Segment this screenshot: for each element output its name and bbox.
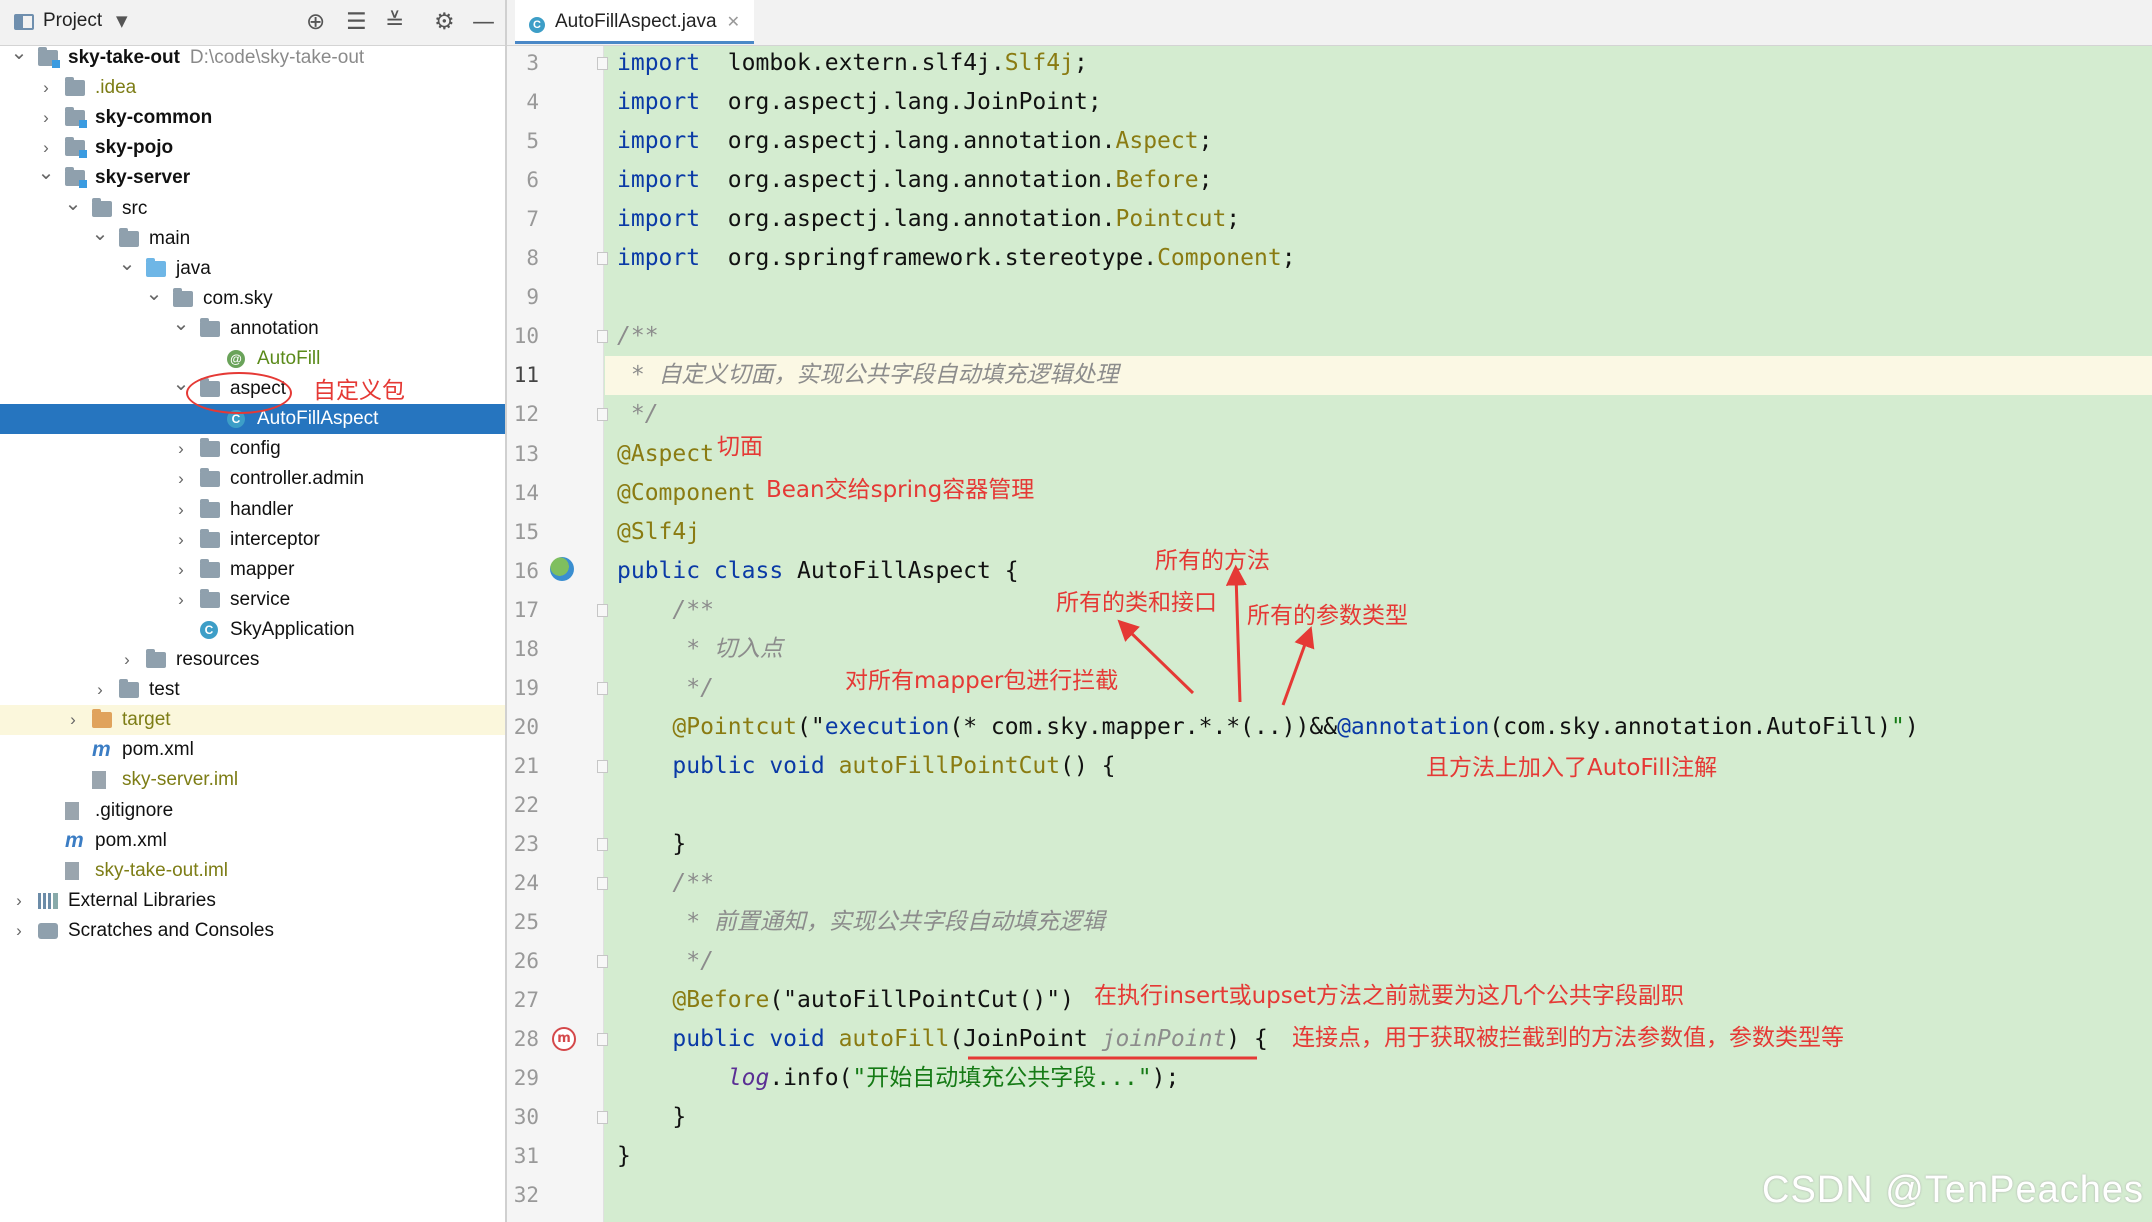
watermark: CSDN @TenPeaches <box>1762 1169 2144 1211</box>
annotation-arrows <box>968 564 1315 1060</box>
arrow-to-classes <box>1117 619 1195 695</box>
arrow-to-methods <box>1225 564 1247 703</box>
arrow-to-params <box>1281 626 1315 706</box>
